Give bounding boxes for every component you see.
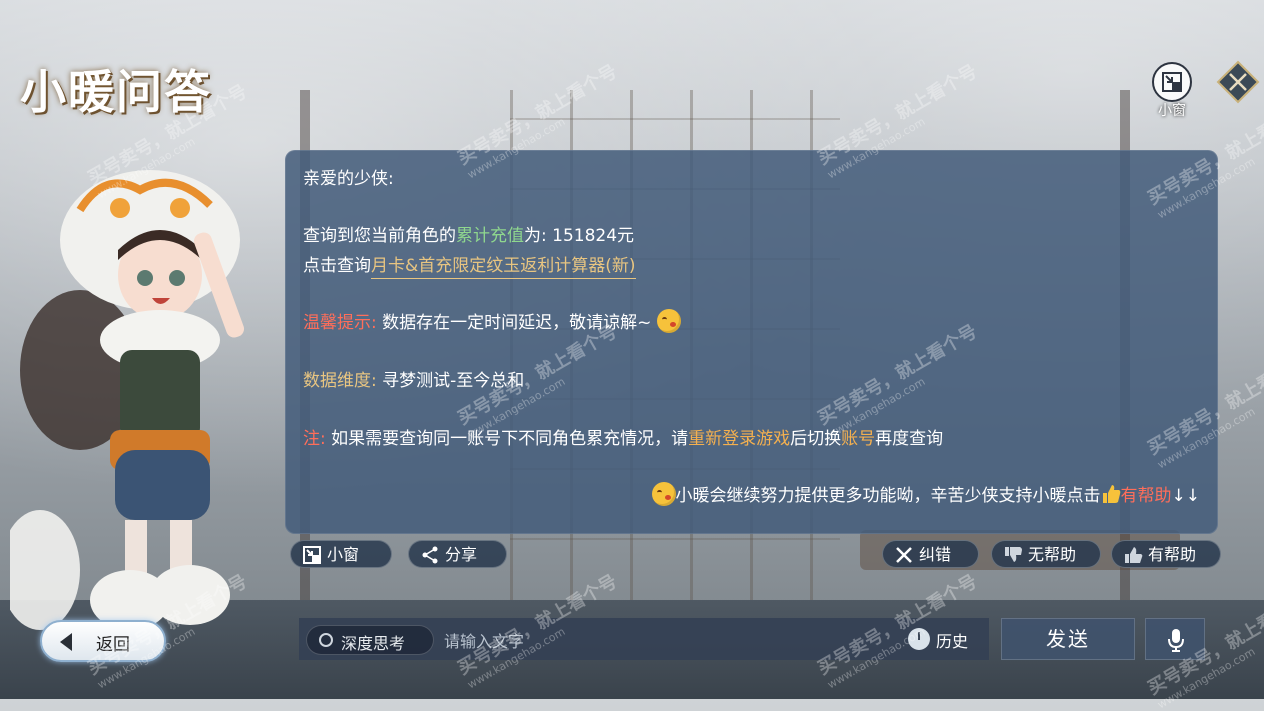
wink-emoji-icon <box>651 482 676 506</box>
greeting-text: 亲爱的少侠: <box>303 169 394 189</box>
dimension-line: 数据维度: 寻梦测试-至今总和 <box>303 366 524 391</box>
history-label: 历史 <box>936 632 969 651</box>
note-label: 注: <box>303 429 326 449</box>
float-window-button[interactable]: 小窗 <box>1152 62 1192 119</box>
helpful-button[interactable]: 有帮助 <box>1111 540 1221 568</box>
footer-line: 小暖会继续努力提供更多功能呦，辛苦少侠支持小暖点击 有帮助↓↓ <box>651 481 1201 506</box>
account-highlight: 账号 <box>841 429 876 449</box>
thumbs-down-icon <box>1005 547 1022 562</box>
close-icon <box>896 547 912 563</box>
recharge-prefix: 查询到您当前角色的 <box>303 226 456 246</box>
float-window-label: 小窗 <box>1158 103 1186 119</box>
note-line: 注: 如果需要查询同一账号下不同角色累充情况，请重新登录游戏后切换账号再度查询 <box>303 424 943 449</box>
share-label: 分享 <box>445 545 478 564</box>
close-icon <box>1216 60 1260 104</box>
back-arrow-icon <box>60 633 72 651</box>
helpful-label: 有帮助 <box>1148 545 1197 564</box>
relogin-highlight: 重新登录游戏 <box>688 429 791 449</box>
mini-window-button[interactable]: 小窗 <box>290 540 392 568</box>
minimize-window-icon <box>1162 72 1182 92</box>
recharge-value: 为: 151824元 <box>524 226 635 246</box>
deep-think-toggle[interactable]: 深度思考 <box>306 625 434 655</box>
answer-panel: 亲爱的少侠: 查询到您当前角色的累计充值为: 151824元 点击查询月卡&首充… <box>285 150 1218 534</box>
footer-text: 小暖会继续努力提供更多功能呦，辛苦少侠支持小暖点击 <box>675 486 1101 506</box>
tip-text: 数据存在一定时间延迟，敬请谅解~ <box>382 313 652 333</box>
footer-arrows: ↓↓ <box>1171 486 1201 506</box>
calculator-new-badge[interactable]: (新) <box>605 256 636 279</box>
share-icon <box>422 546 438 564</box>
share-button[interactable]: 分享 <box>408 540 507 568</box>
not-helpful-button[interactable]: 无帮助 <box>991 540 1101 568</box>
footer-helpful-highlight: 有帮助 <box>1120 486 1172 506</box>
back-label: 返回 <box>96 635 130 655</box>
calculator-prefix: 点击查询 <box>303 256 371 276</box>
recharge-highlight: 累计充值 <box>456 226 524 246</box>
back-button[interactable]: 返回 <box>40 620 166 662</box>
page-title: 小暖问答 <box>20 65 212 119</box>
not-helpful-label: 无帮助 <box>1028 545 1077 564</box>
mascot-illustration <box>0 150 300 650</box>
deep-think-label: 深度思考 <box>341 634 406 653</box>
clock-icon <box>908 628 930 650</box>
close-button[interactable] <box>1216 60 1260 104</box>
tip-label: 温馨提示: <box>303 313 377 333</box>
wink-emoji-icon <box>656 309 681 333</box>
thumbs-up-emoji-icon <box>1102 485 1120 503</box>
note-text-2: 后切换 <box>790 429 842 449</box>
note-text-3: 再度查询 <box>875 429 944 449</box>
tip-line: 温馨提示: 数据存在一定时间延迟，敬请谅解~ <box>303 308 681 333</box>
dimension-value: 寻梦测试-至今总和 <box>382 371 525 391</box>
recharge-line: 查询到您当前角色的累计充值为: 151824元 <box>303 221 634 246</box>
message-input[interactable] <box>442 625 896 657</box>
minimize-window-icon <box>303 546 321 564</box>
report-error-button[interactable]: 纠错 <box>882 540 979 568</box>
thumbs-up-icon <box>1125 547 1143 563</box>
radio-circle-icon <box>319 633 333 647</box>
note-text-1: 如果需要查询同一账号下不同角色累充情况，请 <box>331 429 689 449</box>
voice-input-button[interactable] <box>1145 618 1205 660</box>
report-error-label: 纠错 <box>919 545 952 564</box>
send-button[interactable]: 发送 <box>1001 618 1135 660</box>
mini-window-label: 小窗 <box>327 545 360 564</box>
calculator-link[interactable]: 月卡&首充限定纹玉返利计算器 <box>371 256 606 279</box>
calculator-line: 点击查询月卡&首充限定纹玉返利计算器(新) <box>303 251 636 279</box>
microphone-icon <box>1168 629 1184 652</box>
dimension-label: 数据维度: <box>303 371 377 391</box>
